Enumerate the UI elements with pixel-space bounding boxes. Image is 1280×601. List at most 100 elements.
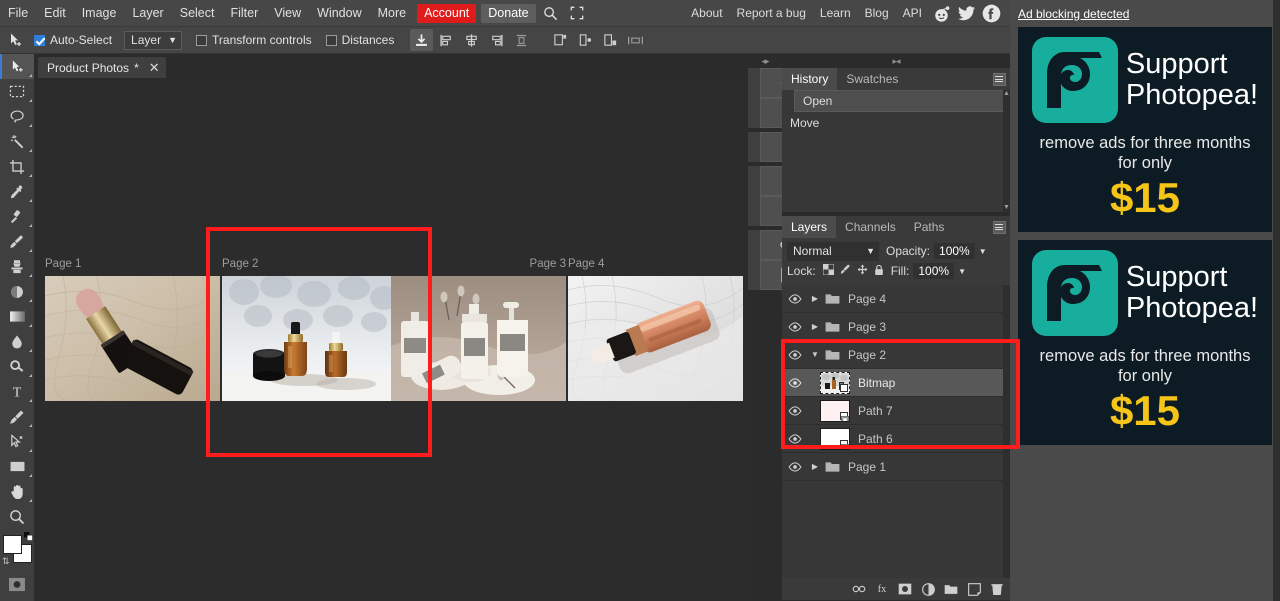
layer-thumbnail-bitmap[interactable] [820,371,850,394]
layer-row-path-7[interactable]: Path 7 [782,397,1010,425]
eye-icon[interactable] [782,293,808,304]
layer-thumbnail-path-6[interactable] [820,427,850,450]
layer-row-page-3[interactable]: ▶ Page 3 [782,313,1010,341]
transform-controls-checkbox[interactable]: Transform controls [196,33,312,47]
link-layers-icon[interactable] [852,582,866,596]
layer-row-bitmap[interactable]: Bitmap [782,369,1010,397]
blur-tool[interactable] [0,329,34,354]
menu-layer[interactable]: Layer [124,4,171,23]
transform-controls-checkbox-box[interactable] [196,34,208,46]
tab-history[interactable]: History [782,68,838,90]
expand-arrow-icon[interactable]: ▶ [808,462,822,471]
rail-collapse-handle[interactable]: ◂▸ [748,54,782,68]
opacity-value[interactable]: 100% [934,243,975,259]
distribute-vertical-icon[interactable] [510,29,533,51]
history-scroll-down-icon[interactable]: ▼ [1003,204,1010,212]
eye-icon[interactable] [782,321,808,332]
delete-layer-icon[interactable] [990,582,1004,596]
twitter-icon[interactable] [957,4,976,23]
history-panel-menu-icon[interactable] [988,68,1010,90]
history-entry-open[interactable]: Open [794,90,1010,112]
ad-blocking-notice[interactable]: Ad blocking detected [1010,0,1280,27]
ad-card-2[interactable]: Support Photopea! remove ads for three m… [1018,240,1272,445]
pen-tool[interactable] [0,404,34,429]
distribute-horizontal-icon[interactable] [624,29,647,51]
eraser-tool[interactable] [0,279,34,304]
rectangular-marquee-tool[interactable] [0,79,34,104]
donate-button[interactable]: Donate [481,3,536,23]
lasso-tool[interactable] [0,104,34,129]
lock-paint-icon[interactable] [840,264,851,278]
link-learn[interactable]: Learn [813,4,858,23]
fill-value[interactable]: 100% [913,263,955,279]
menu-window[interactable]: Window [309,4,369,23]
tab-swatches[interactable]: Swatches [837,68,907,90]
eyedropper-tool[interactable] [0,179,34,204]
eye-icon[interactable] [782,433,808,444]
layer-row-path-6[interactable]: Path 6 [782,425,1010,453]
lock-all-icon[interactable] [874,264,884,279]
expand-arrow-icon[interactable]: ▶ [808,322,822,331]
shape-tool[interactable] [0,454,34,479]
page-scrollbar[interactable] [1273,0,1280,601]
artboard-image-page-3[interactable] [391,276,566,401]
layer-effects-icon[interactable]: fx [875,582,889,596]
color-swatches[interactable]: ⇅ [0,532,34,568]
new-layer-icon[interactable] [967,582,981,596]
adjustment-layer-icon[interactable] [921,582,935,596]
align-left-icon[interactable] [435,29,458,51]
layer-row-page-4[interactable]: ▶ Page 4 [782,285,1010,313]
dodge-tool[interactable] [0,354,34,379]
move-tool[interactable] [0,54,34,79]
history-scroll-up-icon[interactable]: ▲ [1003,90,1010,98]
eye-icon[interactable] [782,349,808,360]
facebook-icon[interactable] [982,4,1001,23]
align-bottom-icon[interactable] [599,29,622,51]
menu-select[interactable]: Select [172,4,223,23]
search-icon[interactable] [540,3,562,23]
menu-image[interactable]: Image [74,4,125,23]
align-middle-icon[interactable] [574,29,597,51]
link-about[interactable]: About [684,4,729,23]
menu-edit[interactable]: Edit [36,4,74,23]
menu-more[interactable]: More [370,4,414,23]
menu-file[interactable]: File [0,4,36,23]
auto-select-checkbox-box[interactable] [34,34,45,46]
link-report-a-bug[interactable]: Report a bug [730,4,813,23]
collapse-arrow-icon[interactable]: ▼ [808,350,822,359]
history-scrollbar[interactable]: ▲ ▼ [1003,90,1010,212]
artboard-image-page-1[interactable] [45,276,220,401]
move-tool-icon[interactable] [4,29,28,51]
layers-panel-menu-icon[interactable] [988,216,1010,238]
menu-filter[interactable]: Filter [222,4,266,23]
eye-icon[interactable] [782,405,808,416]
tab-channels[interactable]: Channels [836,216,905,238]
quick-mask-icon[interactable] [0,572,34,597]
brush-tool[interactable] [0,229,34,254]
layer-list[interactable]: ▶ Page 4 ▶ Page 3 ▼ Page 2 Bitmap Path 7… [782,285,1010,578]
auto-select-checkbox[interactable]: Auto-Select [34,33,112,47]
zoom-tool[interactable] [0,504,34,529]
default-colors-icon[interactable] [24,532,33,541]
artboard-image-page-4[interactable] [568,276,743,401]
distances-checkbox-box[interactable] [325,34,337,46]
eye-icon[interactable] [782,377,808,388]
align-top-icon[interactable] [549,29,572,51]
foreground-color-swatch[interactable] [3,535,22,554]
lock-position-icon[interactable] [857,264,868,278]
align-right-icon[interactable] [485,29,508,51]
path-select-tool[interactable] [0,429,34,454]
close-icon[interactable]: ✕ [149,60,160,76]
menu-view[interactable]: View [266,4,309,23]
link-blog[interactable]: Blog [858,4,896,23]
blend-mode-select[interactable]: Normal ▼ [787,241,879,261]
document-tab[interactable]: Product Photos * ✕ [38,57,166,78]
tab-layers[interactable]: Layers [782,216,837,238]
fullscreen-icon[interactable] [566,3,588,23]
distances-checkbox[interactable]: Distances [325,33,394,47]
screen-mode-icon[interactable] [0,597,34,601]
spot-healing-brush-tool[interactable] [0,204,34,229]
layer-row-page-1[interactable]: ▶ Page 1 [782,453,1010,481]
crop-tool[interactable] [0,154,34,179]
ad-card-1[interactable]: Support Photopea! remove ads for three m… [1018,27,1272,232]
